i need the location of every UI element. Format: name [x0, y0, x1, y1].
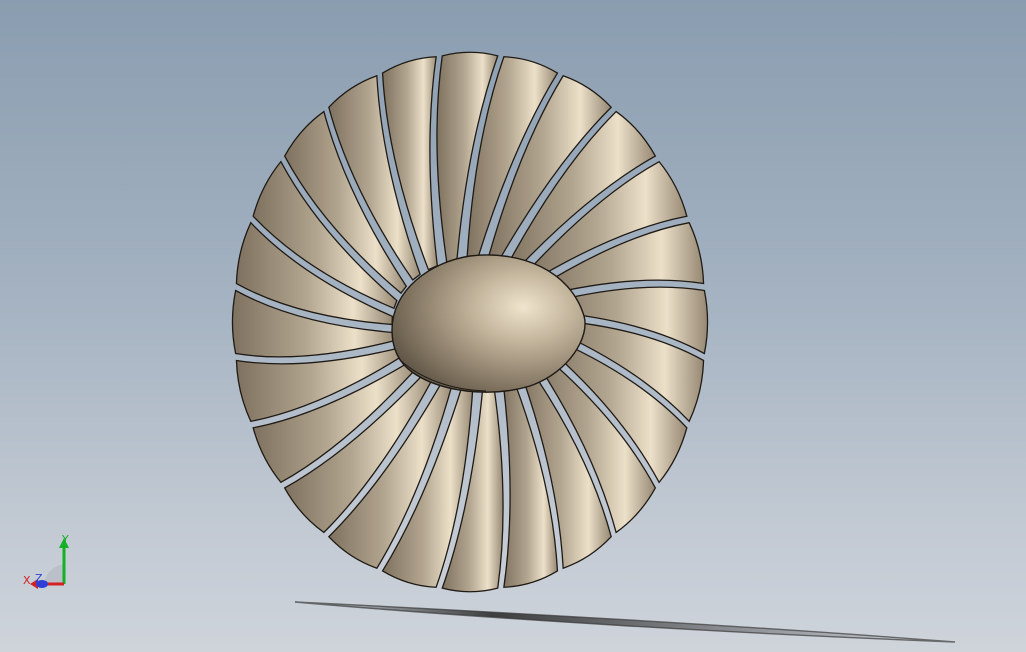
triad-x-label: X: [23, 574, 31, 587]
triad-y-label: Y: [62, 533, 69, 546]
triad-z-label: Z: [35, 572, 43, 585]
floor-shadow: [294, 601, 956, 643]
fan-model-scene[interactable]: [0, 0, 1026, 652]
spinner-hub[interactable]: [391, 254, 586, 393]
graphics-viewport[interactable]: Y X Z: [0, 0, 1026, 652]
coordinate-triad[interactable]: Y X Z: [20, 532, 76, 596]
